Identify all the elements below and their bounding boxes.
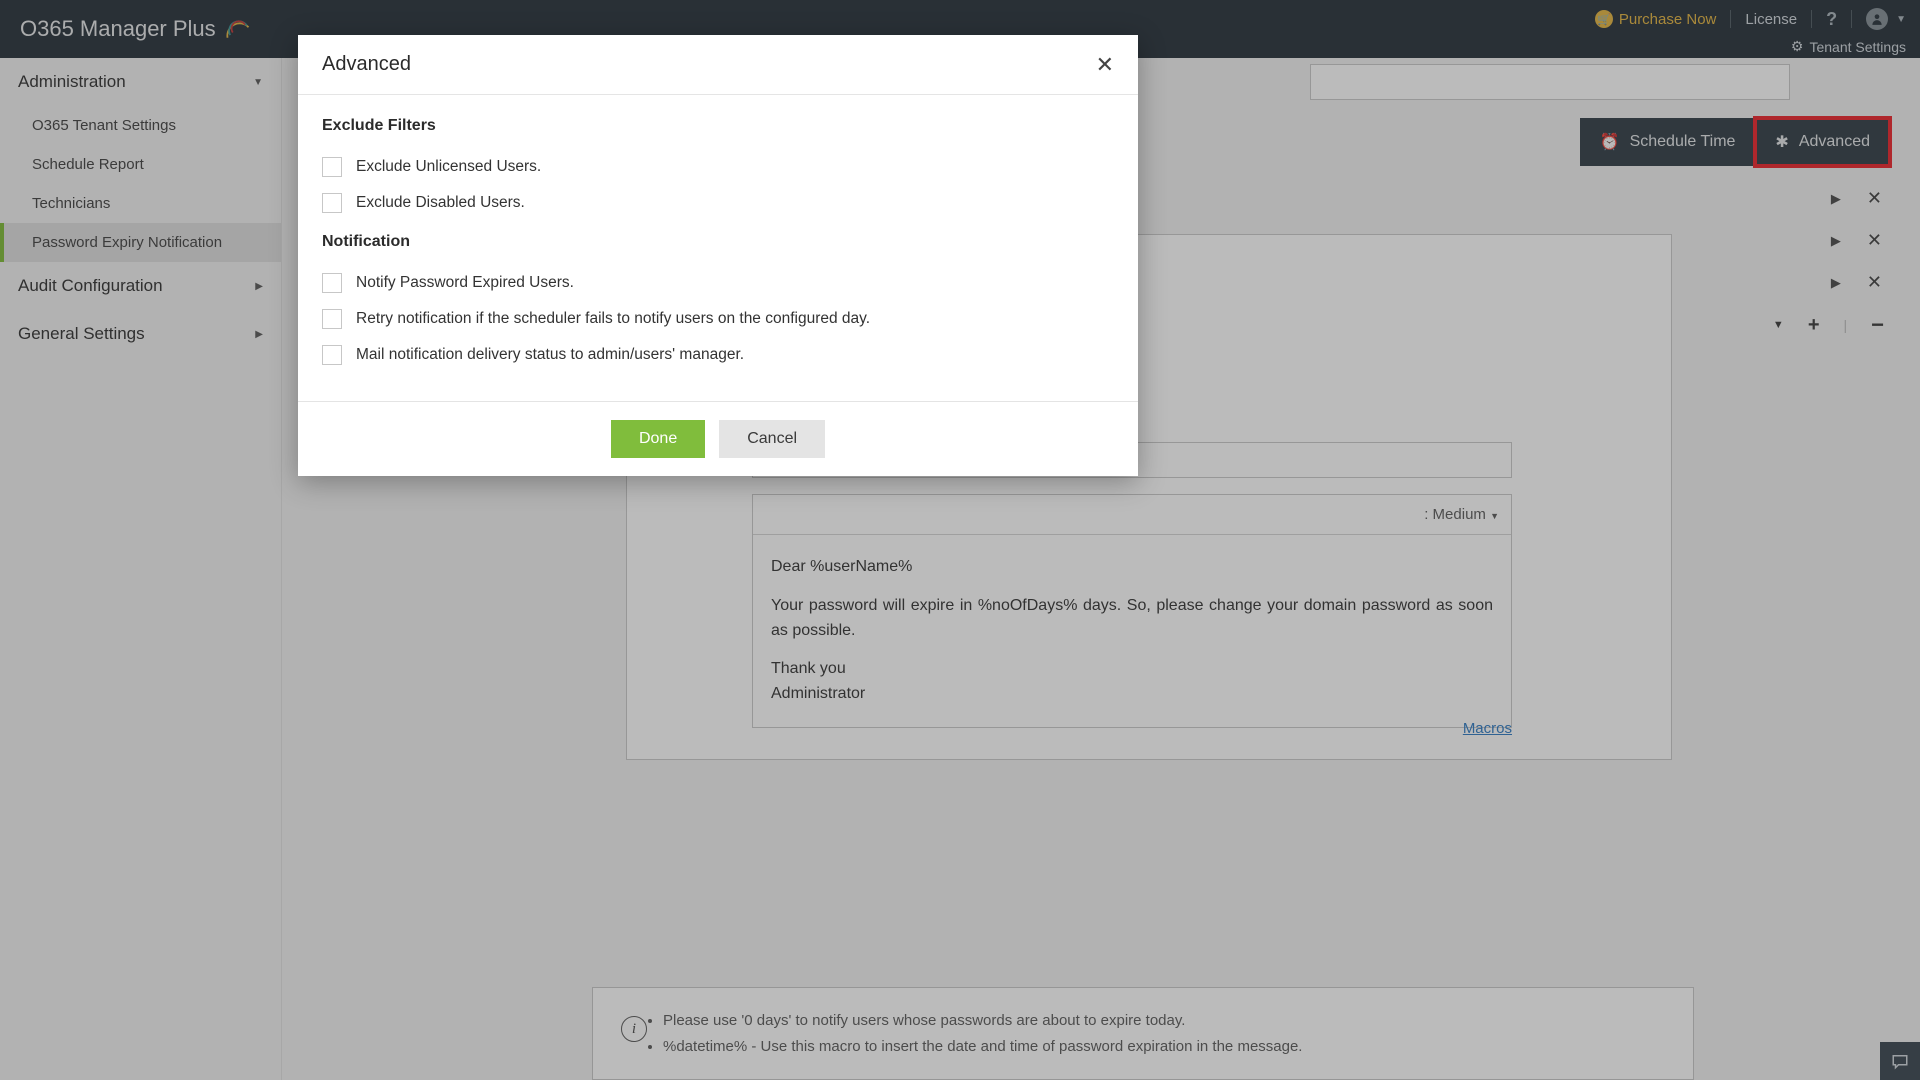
checkbox-retry-notification[interactable]: Retry notification if the scheduler fail… xyxy=(322,301,1114,337)
checkbox-icon xyxy=(322,157,342,177)
done-button[interactable]: Done xyxy=(611,420,705,458)
section-notification: Notification xyxy=(322,233,1114,251)
cancel-button[interactable]: Cancel xyxy=(719,420,825,458)
modal-close-button[interactable]: ✕ xyxy=(1096,54,1114,76)
modal-body: Exclude Filters Exclude Unlicensed Users… xyxy=(298,95,1138,401)
checkbox-icon xyxy=(322,309,342,329)
checkbox-exclude-unlicensed[interactable]: Exclude Unlicensed Users. xyxy=(322,149,1114,185)
checkbox-label: Retry notification if the scheduler fail… xyxy=(356,310,870,328)
modal-title: Advanced xyxy=(322,53,411,76)
checkbox-icon xyxy=(322,345,342,365)
checkbox-label: Notify Password Expired Users. xyxy=(356,274,574,292)
checkbox-label: Exclude Unlicensed Users. xyxy=(356,158,541,176)
section-exclude-filters: Exclude Filters xyxy=(322,117,1114,135)
modal-header: Advanced ✕ xyxy=(298,35,1138,95)
checkbox-label: Mail notification delivery status to adm… xyxy=(356,346,744,364)
modal-footer: Done Cancel xyxy=(298,401,1138,476)
checkbox-label: Exclude Disabled Users. xyxy=(356,194,525,212)
checkbox-mail-status[interactable]: Mail notification delivery status to adm… xyxy=(322,337,1114,373)
checkbox-icon xyxy=(322,193,342,213)
checkbox-notify-expired[interactable]: Notify Password Expired Users. xyxy=(322,265,1114,301)
advanced-modal: Advanced ✕ Exclude Filters Exclude Unlic… xyxy=(298,35,1138,476)
checkbox-exclude-disabled[interactable]: Exclude Disabled Users. xyxy=(322,185,1114,221)
checkbox-icon xyxy=(322,273,342,293)
